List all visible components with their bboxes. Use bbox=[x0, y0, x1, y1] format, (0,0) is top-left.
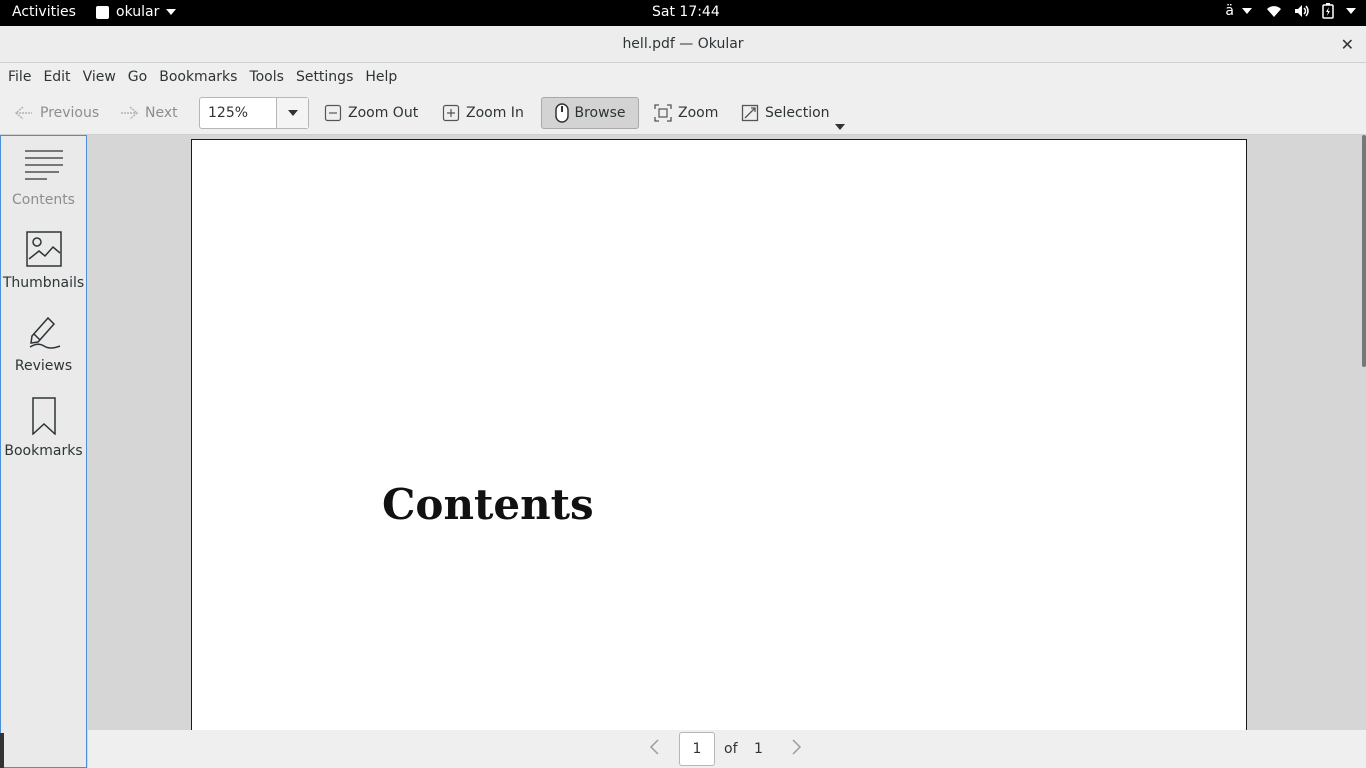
window-title: hell.pdf — Okular bbox=[622, 36, 744, 52]
chevron-left-icon bbox=[649, 739, 659, 755]
zoom-value[interactable]: 125% bbox=[200, 98, 276, 128]
zoom-out-button[interactable]: Zoom Out bbox=[318, 97, 424, 129]
app-menu-label: okular bbox=[116, 4, 160, 20]
previous-page-button[interactable] bbox=[648, 738, 660, 761]
sidebar-item-label: Bookmarks bbox=[4, 443, 83, 459]
menu-tools[interactable]: Tools bbox=[249, 69, 296, 85]
sidebar-item-label: Contents bbox=[12, 192, 75, 208]
chevron-down-icon bbox=[1346, 8, 1356, 14]
menu-bookmarks[interactable]: Bookmarks bbox=[159, 69, 249, 85]
sidebar-item-label: Reviews bbox=[14, 358, 73, 374]
previous-button[interactable]: Previous bbox=[8, 97, 105, 129]
zoom-tool-label: Zoom bbox=[678, 105, 719, 121]
total-pages: 1 bbox=[754, 741, 763, 757]
reviews-icon bbox=[29, 316, 60, 349]
zoom-in-button[interactable]: Zoom In bbox=[436, 97, 530, 129]
arrow-right-icon bbox=[121, 106, 139, 120]
wifi-icon bbox=[1267, 6, 1281, 17]
menu-edit[interactable]: Edit bbox=[43, 69, 82, 85]
browse-tool-button[interactable]: Browse bbox=[541, 97, 639, 129]
menu-bar: File Edit View Go Bookmarks Tools Settin… bbox=[0, 63, 1366, 91]
chevron-right-icon bbox=[792, 739, 802, 755]
sidebar-item-thumbnails[interactable]: Thumbnails bbox=[1, 231, 86, 291]
page-navigation-bar: 1 of 1 bbox=[88, 730, 1366, 768]
selection-icon bbox=[741, 104, 759, 122]
system-status-menu[interactable] bbox=[1266, 3, 1356, 19]
browse-label: Browse bbox=[574, 105, 626, 121]
vertical-scrollbar[interactable] bbox=[1362, 135, 1366, 367]
previous-label: Previous bbox=[40, 105, 100, 121]
menu-go[interactable]: Go bbox=[128, 69, 159, 85]
next-label: Next bbox=[145, 105, 178, 121]
selection-menu-button[interactable] bbox=[835, 118, 845, 134]
zoom-out-icon bbox=[324, 104, 342, 122]
next-button[interactable]: Next bbox=[113, 97, 184, 129]
zoom-combo[interactable]: 125% bbox=[199, 97, 309, 129]
volume-icon bbox=[1295, 5, 1309, 17]
menu-settings[interactable]: Settings bbox=[296, 69, 365, 85]
chevron-down-icon bbox=[166, 9, 177, 15]
page-heading: Contents bbox=[382, 480, 594, 529]
close-button[interactable]: ✕ bbox=[1341, 35, 1354, 54]
system-tray: ä bbox=[1225, 3, 1356, 19]
input-method-indicator[interactable]: ä bbox=[1225, 3, 1252, 19]
chevron-down-icon bbox=[835, 124, 845, 130]
activities-button[interactable]: Activities bbox=[12, 4, 76, 20]
sidebar-item-label: Thumbnails bbox=[2, 275, 85, 291]
zoom-in-label: Zoom In bbox=[466, 105, 524, 121]
zoom-out-label: Zoom Out bbox=[348, 105, 419, 121]
next-page-button[interactable] bbox=[791, 738, 803, 761]
zoom-select-icon bbox=[654, 104, 672, 122]
menu-file[interactable]: File bbox=[8, 69, 43, 85]
app-menu[interactable]: okular bbox=[96, 4, 177, 20]
dock-edge bbox=[0, 733, 4, 768]
window-title-bar: hell.pdf — Okular ✕ bbox=[0, 26, 1366, 63]
menu-view[interactable]: View bbox=[83, 69, 128, 85]
page-number-input[interactable]: 1 bbox=[679, 732, 715, 766]
mouse-icon bbox=[554, 103, 569, 123]
document-page[interactable]: Contents bbox=[191, 139, 1247, 739]
input-method-label: ä bbox=[1225, 3, 1234, 19]
sidebar-item-reviews[interactable]: Reviews bbox=[1, 314, 86, 374]
chevron-down-icon bbox=[1242, 8, 1252, 14]
clock[interactable]: Sat 17:44 bbox=[652, 4, 720, 20]
battery-icon bbox=[1322, 3, 1334, 19]
sidebar-item-contents[interactable]: Contents bbox=[1, 148, 86, 208]
main-toolbar: Previous Next 125% Zoom Out Zoom In Brow… bbox=[0, 91, 1366, 135]
document-view[interactable]: Contents bbox=[88, 135, 1366, 739]
bookmarks-icon bbox=[31, 397, 56, 436]
page-of-label: of bbox=[724, 741, 738, 757]
app-icon bbox=[96, 5, 109, 19]
chevron-down-icon bbox=[287, 110, 298, 116]
sidebar-item-bookmarks[interactable]: Bookmarks bbox=[1, 397, 86, 459]
sidebar: Contents Thumbnails Reviews Bookmarks bbox=[0, 135, 87, 768]
zoom-in-icon bbox=[442, 104, 460, 122]
selection-tool-button[interactable]: Selection bbox=[735, 97, 836, 129]
menu-help[interactable]: Help bbox=[365, 69, 409, 85]
gnome-top-bar: Activities okular Sat 17:44 ä bbox=[0, 0, 1366, 26]
zoom-tool-button[interactable]: Zoom bbox=[648, 97, 724, 129]
arrow-left-icon bbox=[14, 106, 32, 120]
selection-label: Selection bbox=[765, 105, 830, 121]
thumbnails-icon bbox=[25, 231, 62, 267]
contents-icon bbox=[24, 150, 63, 180]
zoom-dropdown-button[interactable] bbox=[276, 98, 308, 128]
